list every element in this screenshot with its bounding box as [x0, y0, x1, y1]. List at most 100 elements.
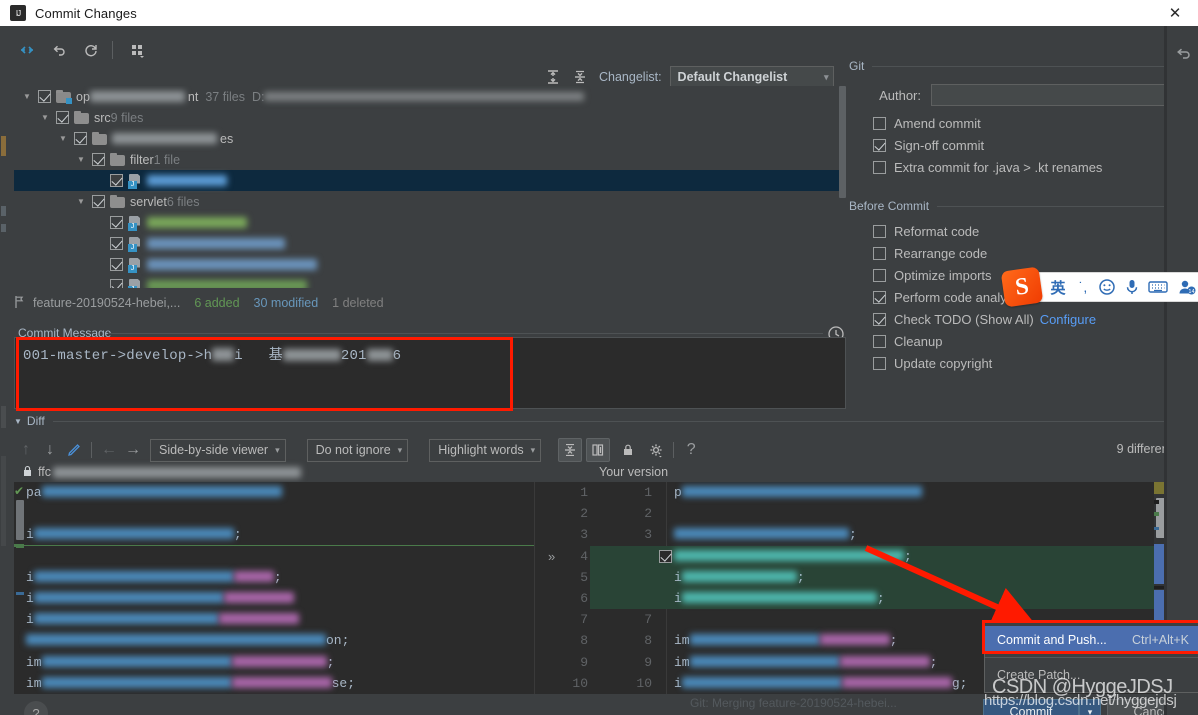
- help-button[interactable]: ?: [24, 701, 48, 715]
- rearrange-code-checkbox[interactable]: Rearrange code: [873, 242, 1198, 264]
- collapse-arrows-icon[interactable]: [14, 37, 40, 63]
- checkbox-box[interactable]: [873, 357, 886, 370]
- tree-row[interactable]: ▼src9 files: [14, 107, 846, 128]
- gear-icon[interactable]: [644, 438, 668, 462]
- chevron-down-icon[interactable]: ▼: [74, 195, 88, 209]
- sign-off-commit-checkbox[interactable]: Sign-off commit: [873, 134, 1198, 156]
- tree-row[interactable]: ▼filter1 file: [14, 149, 846, 170]
- checkbox-box[interactable]: [873, 313, 886, 326]
- tree-row[interactable]: [14, 212, 846, 233]
- redacted-code: [42, 486, 282, 497]
- ime-emoji-icon[interactable]: [1097, 278, 1117, 296]
- chevron-down-icon[interactable]: ▼: [20, 90, 34, 104]
- chevron-down-icon[interactable]: ▼: [14, 417, 22, 426]
- checkbox-box[interactable]: [873, 161, 886, 174]
- group-by-icon[interactable]: [125, 37, 151, 63]
- previous-file-icon[interactable]: ←: [97, 438, 121, 462]
- tree-row[interactable]: [14, 233, 846, 254]
- tree-row-checkbox[interactable]: [74, 132, 87, 145]
- viewer-mode-combobox[interactable]: Side-by-side viewer ▾: [150, 439, 286, 462]
- redacted-name: [147, 280, 307, 288]
- checkbox-box[interactable]: [873, 139, 886, 152]
- tree-row[interactable]: [14, 275, 846, 288]
- tree-row[interactable]: ▼opnt37 filesD:: [14, 86, 846, 107]
- tree-row-checkbox[interactable]: [110, 258, 123, 271]
- ime-voice-input-icon[interactable]: [1123, 278, 1141, 296]
- checkbox-box[interactable]: [873, 269, 886, 282]
- refresh-icon[interactable]: [78, 37, 104, 63]
- commit-and-push-menu-item[interactable]: Commit and Push...Ctrl+Alt+K: [985, 626, 1198, 654]
- chevron-down-icon[interactable]: ▼: [74, 153, 88, 167]
- tree-row[interactable]: [14, 170, 846, 191]
- sogou-logo-icon[interactable]: S: [1001, 267, 1044, 308]
- tree-row-checkbox[interactable]: [110, 237, 123, 250]
- tree-row-checkbox[interactable]: [38, 90, 51, 103]
- highlight-mode-combobox[interactable]: Highlight words ▾: [429, 439, 541, 462]
- undo-icon[interactable]: [46, 37, 72, 63]
- ime-punctuation-toggle[interactable]: ˙,: [1074, 279, 1092, 295]
- tree-row-checkbox[interactable]: [56, 111, 69, 124]
- collapse-all-icon[interactable]: [569, 66, 591, 88]
- diff-left-pane[interactable]: pai;i;iion;im;imse;: [26, 482, 540, 694]
- apply-change-chevron-icon[interactable]: »: [548, 546, 555, 567]
- commit-message-textarea[interactable]: 001-master->develop->hi 基2016: [14, 337, 846, 409]
- commit-context-menu[interactable]: Commit and Push...Ctrl+Alt+K Create Patch…: [984, 622, 1198, 693]
- close-icon[interactable]: ✕: [1152, 0, 1198, 26]
- diff-left-scroll-thumb[interactable]: [16, 500, 24, 540]
- reformat-code-checkbox[interactable]: Reformat code: [873, 220, 1198, 242]
- tree-row-checkbox[interactable]: [92, 153, 105, 166]
- author-input[interactable]: [931, 84, 1171, 106]
- redacted-code: [682, 592, 877, 603]
- sogou-ime-toolbar[interactable]: S 英 ˙, 14: [1010, 272, 1198, 302]
- edge-marker-4: [1, 406, 6, 428]
- toggle-panels-icon[interactable]: [586, 438, 610, 462]
- commit-dropdown-button[interactable]: ▾: [1079, 699, 1101, 715]
- checkbox-box[interactable]: [873, 291, 886, 304]
- ime-soft-keyboard-icon[interactable]: [1147, 280, 1169, 294]
- tree-row-checkbox[interactable]: [110, 174, 123, 187]
- git-section-header: Git: [849, 58, 1198, 74]
- tree-row-checkbox[interactable]: [92, 195, 105, 208]
- tree-scrollbar-thumb[interactable]: [839, 86, 846, 198]
- tree-spacer: [92, 237, 106, 251]
- next-difference-icon[interactable]: ↓: [38, 438, 62, 462]
- tree-row-checkbox[interactable]: [110, 216, 123, 229]
- undo-icon[interactable]: [1172, 42, 1194, 64]
- chevron-down-icon[interactable]: ▼: [56, 132, 70, 146]
- code-token: i: [674, 591, 682, 606]
- lock-icon[interactable]: [616, 438, 640, 462]
- tree-row-checkbox[interactable]: [110, 279, 123, 288]
- help-icon[interactable]: ?: [679, 438, 703, 462]
- collapse-unchanged-icon[interactable]: [558, 438, 582, 462]
- commit-button[interactable]: Commit: [983, 699, 1079, 715]
- previous-difference-icon[interactable]: ↑: [14, 438, 38, 462]
- update-copyright-checkbox[interactable]: Update copyright: [873, 352, 1198, 374]
- check-todo-checkbox[interactable]: Check TODO (Show All)Configure: [873, 308, 1198, 330]
- extra-commit-renames-checkbox[interactable]: Extra commit for .java > .kt renames: [873, 156, 1198, 178]
- ignore-mode-combobox[interactable]: Do not ignore ▾: [307, 439, 409, 462]
- diff-accept-checkbox[interactable]: [659, 550, 672, 563]
- checkbox-box[interactable]: [873, 247, 886, 260]
- tree-row[interactable]: [14, 254, 846, 275]
- checkbox-box[interactable]: [873, 117, 886, 130]
- tree-row[interactable]: ▼servlet6 files: [14, 191, 846, 212]
- tree-scrollbar[interactable]: [838, 86, 846, 288]
- ime-account-icon[interactable]: 14: [1176, 279, 1198, 295]
- configure-link[interactable]: Configure: [1040, 312, 1096, 327]
- checkbox-box[interactable]: [873, 225, 886, 238]
- edge-marker-5: [1, 456, 6, 546]
- intellij-idea-icon: [10, 5, 26, 21]
- chevron-down-icon[interactable]: ▼: [38, 111, 52, 125]
- context-menu-label: Create Patch...: [997, 668, 1080, 682]
- pencil-icon[interactable]: [62, 438, 86, 462]
- ime-language-mode[interactable]: 英: [1047, 277, 1069, 298]
- changes-file-tree[interactable]: ▼opnt37 filesD:▼src9 files▼es▼filter1 fi…: [14, 86, 846, 288]
- cleanup-checkbox[interactable]: Cleanup: [873, 330, 1198, 352]
- diff-line-number: 1: [604, 482, 660, 503]
- expand-all-icon[interactable]: [542, 66, 564, 88]
- next-file-icon[interactable]: →: [121, 438, 145, 462]
- create-patch-menu-item[interactable]: Create Patch...: [985, 661, 1198, 689]
- amend-commit-checkbox[interactable]: Amend commit: [873, 112, 1198, 134]
- checkbox-box[interactable]: [873, 335, 886, 348]
- tree-row[interactable]: ▼es: [14, 128, 846, 149]
